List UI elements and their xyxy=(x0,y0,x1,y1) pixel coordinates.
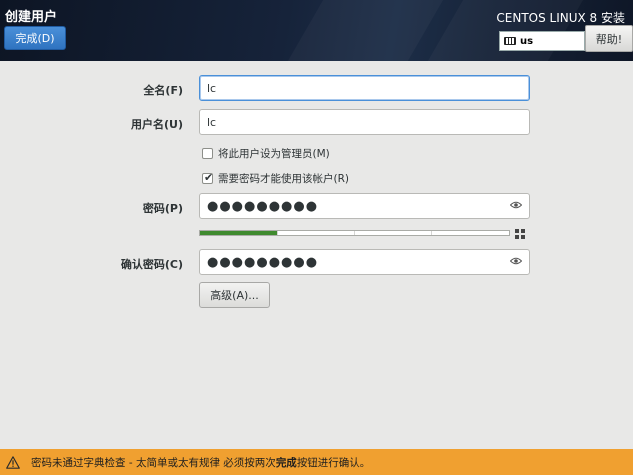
top-bar: 创建用户 完成(D) CENTOS LINUX 8 安装 us 帮助! xyxy=(0,0,633,61)
strength-tick xyxy=(431,231,432,235)
checkmark-icon: ✔ xyxy=(204,171,214,184)
password-label: 密码(P) xyxy=(142,202,183,215)
warning-text: 密码未通过字典检查 - 太简单或太有规律 必须按两次完成按钮进行确认。 xyxy=(31,455,370,470)
confirm-password-label: 确认密码(C) xyxy=(120,258,183,271)
keyboard-layout-label: us xyxy=(520,35,534,47)
password-mask: ●●●●●●●●● xyxy=(207,198,319,214)
password-input[interactable]: ●●●●●●●●● xyxy=(199,193,530,219)
product-title: CENTOS LINUX 8 安装 xyxy=(496,11,625,25)
admin-checkbox-row[interactable]: 将此用户设为管理员(M) xyxy=(202,146,330,161)
strength-tick xyxy=(277,231,278,235)
username-label: 用户名(U) xyxy=(131,118,183,131)
password-strength-fill xyxy=(200,231,278,235)
keyboard-layout-indicator[interactable]: us xyxy=(499,31,585,51)
admin-checkbox[interactable] xyxy=(202,148,213,159)
done-button[interactable]: 完成(D) xyxy=(4,26,66,50)
keyboard-icon xyxy=(504,37,516,45)
password-strength-icon xyxy=(515,229,525,239)
require-password-checkbox[interactable]: ✔ xyxy=(202,171,214,184)
advanced-button[interactable]: 高级(A)... xyxy=(199,282,270,308)
password-strength-bar xyxy=(199,230,510,236)
admin-checkbox-label: 将此用户设为管理员(M) xyxy=(218,148,330,160)
page-title: 创建用户 xyxy=(5,10,58,25)
reveal-confirm-eye-icon[interactable] xyxy=(510,257,522,265)
strength-tick xyxy=(354,231,355,235)
confirm-password-mask: ●●●●●●●●● xyxy=(207,254,319,270)
help-button[interactable]: 帮助! xyxy=(585,25,633,52)
warning-text-prefix: 密码未通过字典检查 - 太简单或太有规律 必须按两次 xyxy=(31,456,276,469)
warning-icon xyxy=(6,455,20,469)
require-password-label: 需要密码才能使用该帐户(R) xyxy=(218,173,349,185)
fullname-input[interactable]: lc xyxy=(199,75,530,101)
require-password-checkbox-row[interactable]: ✔ 需要密码才能使用该帐户(R) xyxy=(202,171,349,186)
username-input[interactable]: lc xyxy=(199,109,530,135)
reveal-password-eye-icon[interactable] xyxy=(510,201,522,209)
warning-bar: 密码未通过字典检查 - 太简单或太有规律 必须按两次完成按钮进行确认。 xyxy=(0,449,633,475)
fullname-label: 全名(F) xyxy=(143,84,183,97)
warning-text-suffix: 按钮进行确认。 xyxy=(296,456,371,469)
confirm-password-input[interactable]: ●●●●●●●●● xyxy=(199,249,530,275)
warning-text-bold: 完成 xyxy=(275,456,297,469)
